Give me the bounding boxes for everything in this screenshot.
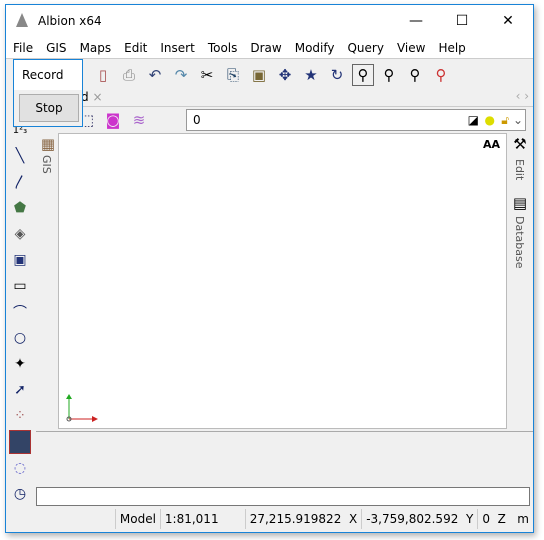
title-bar: Albion x64 — ☐ ✕ xyxy=(6,5,533,37)
menu-insert[interactable]: Insert xyxy=(160,41,194,55)
menu-file[interactable]: File xyxy=(13,41,33,55)
status-y: -3,759,802.592 Y xyxy=(361,509,477,529)
image-icon[interactable] xyxy=(9,430,31,454)
drawing-canvas[interactable]: AA xyxy=(58,133,507,429)
record-popup: Record Stop xyxy=(13,59,83,127)
tools-icon[interactable]: ⚒ xyxy=(509,133,531,155)
undo-icon[interactable]: ↶ xyxy=(144,64,166,86)
gis-icon: ▦ xyxy=(40,135,56,153)
gis-panel-strip[interactable]: ▦ GIS xyxy=(35,133,57,429)
layers-icon[interactable]: ≋ xyxy=(128,109,150,131)
menu-bar: File GIS Maps Edit Insert Tools Draw Mod… xyxy=(6,37,533,59)
menu-modify[interactable]: Modify xyxy=(295,41,335,55)
polyline-icon[interactable]: 〳 xyxy=(9,170,31,194)
print-icon[interactable]: ⎙ xyxy=(118,64,140,86)
text-size-button[interactable]: AA xyxy=(483,138,500,151)
menu-help[interactable]: Help xyxy=(438,41,465,55)
status-blank xyxy=(36,509,115,529)
status-scale[interactable]: 1:81,011 xyxy=(159,509,245,529)
rectangle-icon[interactable]: ▭ xyxy=(9,274,31,298)
redo-icon[interactable]: ↷ xyxy=(170,64,192,86)
zoom-window-icon[interactable]: ⚲ xyxy=(352,64,374,86)
hatch-icon[interactable]: ◈ xyxy=(9,222,31,246)
layer-select[interactable]: 0 ◪ ● 🔓︎ ⌄ xyxy=(186,109,526,131)
x-value: 27,215.919822 xyxy=(249,512,342,526)
gis-tab[interactable]: GIS xyxy=(40,155,53,174)
menu-edit[interactable]: Edit xyxy=(124,41,147,55)
unit-label: m xyxy=(517,512,529,526)
stop-button[interactable]: Stop xyxy=(19,94,79,122)
menu-gis[interactable]: GIS xyxy=(46,41,66,55)
maximize-button[interactable]: ☐ xyxy=(442,5,482,37)
chevron-down-icon[interactable]: ⌄ xyxy=(513,113,523,127)
ucs-axes-icon xyxy=(66,394,98,422)
x-label: X xyxy=(348,512,358,526)
window-title: Albion x64 xyxy=(38,14,102,28)
zoom-previous-icon[interactable]: ⚲ xyxy=(378,64,400,86)
status-space[interactable]: Model xyxy=(114,509,160,529)
output-panel xyxy=(36,431,533,487)
tab-close-icon[interactable]: × xyxy=(92,90,102,104)
zoom-red-icon[interactable]: ⚲ xyxy=(430,64,452,86)
main-toolbar: ▯ ⎙ ↶ ↷ ✂ ⎘ ▣ ✥ ★ ↻ ⚲ ⚲ ⚲ ⚲ xyxy=(6,61,533,89)
tab-bar: d × ‹ › xyxy=(36,89,533,107)
point-icon[interactable]: ✦ xyxy=(9,352,31,376)
minimize-button[interactable]: — xyxy=(396,5,436,37)
regenerate-icon[interactable]: ↻ xyxy=(326,64,348,86)
line-icon[interactable]: ╲ xyxy=(9,144,31,168)
paste-icon[interactable]: ▣ xyxy=(248,64,270,86)
right-panel-strip: ⚒ Edit ▤ Database xyxy=(507,133,533,429)
dotted-circle-icon[interactable]: ◌ xyxy=(9,456,31,480)
menu-maps[interactable]: Maps xyxy=(80,41,112,55)
copy-icon[interactable]: ⎘ xyxy=(222,64,244,86)
color-icon[interactable]: ◪ xyxy=(468,113,479,127)
select-point-icon[interactable]: ◙ xyxy=(102,109,124,131)
menu-query[interactable]: Query xyxy=(347,41,383,55)
zoom-extents-icon[interactable]: ⚲ xyxy=(404,64,426,86)
status-z: 0 Z m xyxy=(477,509,533,529)
command-input[interactable] xyxy=(36,487,530,506)
record-label: Record xyxy=(14,60,82,90)
gauge-icon[interactable]: ◷ xyxy=(9,482,31,506)
arc-icon[interactable]: ⌒ xyxy=(9,300,31,324)
draw-toolbar: 1²₃ ╲ 〳 ⬟ ◈ ▣ ▭ ⌒ ○ ✦ ➚ ⁘ ◌ ◷ xyxy=(7,117,33,507)
layer-toolbar: ⬚ ◙ ≋ 0 ◪ ● 🔓︎ ⌄ xyxy=(36,107,533,133)
layer-value: 0 xyxy=(193,113,201,127)
zoom-star-icon[interactable]: ★ xyxy=(300,64,322,86)
nodes-icon[interactable]: ⁘ xyxy=(9,404,31,428)
status-x: 27,215.919822 X xyxy=(244,509,362,529)
arrow-icon[interactable]: ➚ xyxy=(9,378,31,402)
menu-draw[interactable]: Draw xyxy=(250,41,281,55)
y-label: Y xyxy=(465,512,474,526)
database-icon[interactable]: ▤ xyxy=(509,192,531,214)
close-button[interactable]: ✕ xyxy=(488,5,528,37)
database-tab[interactable]: Database xyxy=(513,216,526,269)
bulb-icon[interactable]: ● xyxy=(485,113,495,127)
lock-icon[interactable]: 🔓︎ xyxy=(501,113,509,128)
cut-icon[interactable]: ✂ xyxy=(196,64,218,86)
y-value: -3,759,802.592 xyxy=(366,512,459,526)
circle-icon[interactable]: ○ xyxy=(9,326,31,350)
edit-tab[interactable]: Edit xyxy=(513,159,526,180)
pan-icon[interactable]: ✥ xyxy=(274,64,296,86)
status-bar: Model 1:81,011 27,215.919822 X -3,759,80… xyxy=(36,508,533,530)
block-icon[interactable]: ▣ xyxy=(9,248,31,272)
z-value: 0 xyxy=(482,512,490,526)
menu-tools[interactable]: Tools xyxy=(208,41,238,55)
z-label: Z xyxy=(497,512,506,526)
tab-drawing[interactable]: d × xyxy=(81,90,103,104)
menu-view[interactable]: View xyxy=(397,41,425,55)
app-window: Albion x64 — ☐ ✕ File GIS Maps Edit Inse… xyxy=(5,4,534,533)
polygon-icon[interactable]: ⬟ xyxy=(9,196,31,220)
page-setup-icon[interactable]: ▯ xyxy=(92,64,114,86)
tab-scroll-arrows[interactable]: ‹ › xyxy=(516,89,529,103)
app-logo-icon xyxy=(16,13,28,27)
